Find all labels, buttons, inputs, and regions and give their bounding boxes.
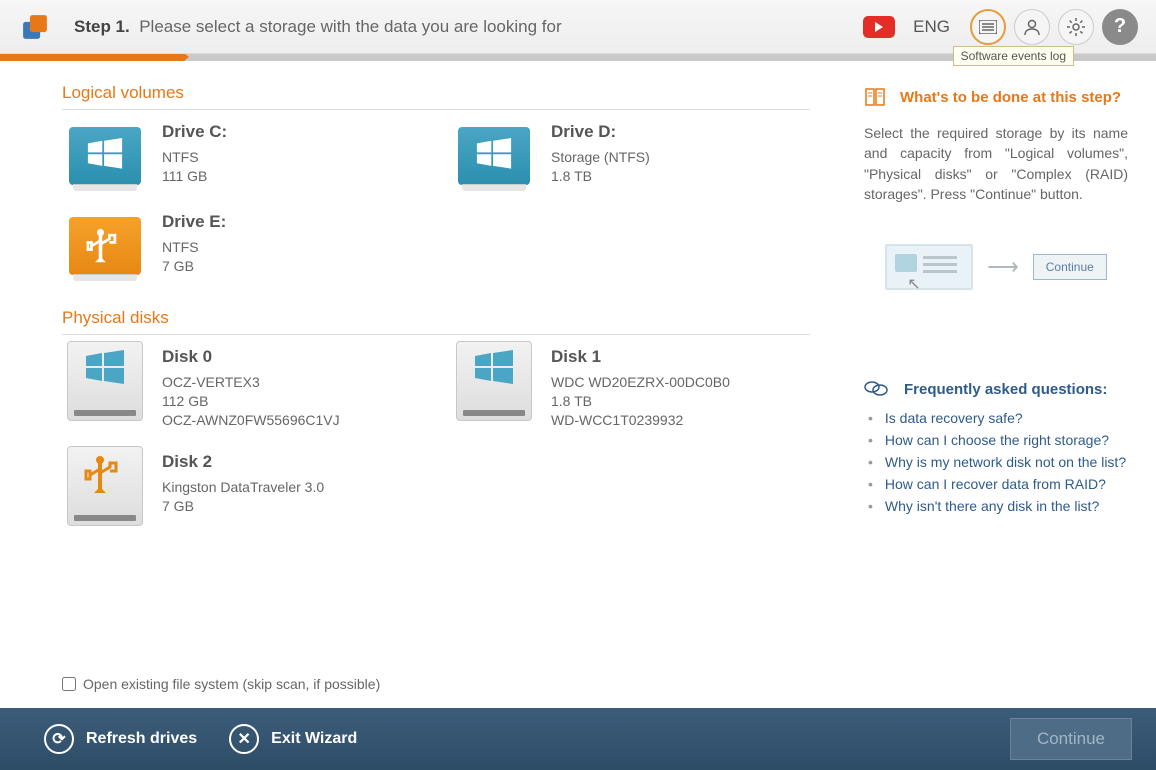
open-existing-fs-checkbox[interactable]: Open existing file system (skip scan, if… bbox=[62, 676, 380, 692]
faq-item[interactable]: Why is my network disk not on the list? bbox=[864, 454, 1128, 470]
logical-volumes-title: Logical volumes bbox=[62, 83, 810, 110]
volume-fs: Storage (NTFS) bbox=[551, 148, 650, 167]
volume-item[interactable]: Drive E: NTFS 7 GB bbox=[62, 206, 441, 286]
disk-name: Disk 1 bbox=[551, 347, 730, 367]
disk-name: Disk 2 bbox=[162, 452, 324, 472]
step-title: Step 1. Please select a storage with the… bbox=[74, 17, 562, 37]
physical-disks-title: Physical disks bbox=[62, 308, 810, 335]
exit-wizard-button[interactable]: ✕Exit Wizard bbox=[229, 724, 357, 754]
faq-item[interactable]: Is data recovery safe? bbox=[864, 410, 1128, 426]
faq-item[interactable]: How can I recover data from RAID? bbox=[864, 476, 1128, 492]
disk-item[interactable]: Disk 2 Kingston DataTraveler 3.0 7 GB bbox=[62, 446, 441, 526]
footer: ⟳Refresh drives ✕Exit Wizard Continue bbox=[0, 708, 1156, 770]
faq-item[interactable]: Why isn't there any disk in the list? bbox=[864, 498, 1128, 514]
continue-button[interactable]: Continue bbox=[1010, 718, 1132, 760]
tooltip: Software events log bbox=[953, 46, 1074, 66]
disk-model: WDC WD20EZRX-00DC0B0 bbox=[551, 373, 730, 392]
disk-size: 7 GB bbox=[162, 497, 324, 516]
usb-volume-icon bbox=[66, 212, 144, 280]
disk-size: 1.8 TB bbox=[551, 392, 730, 411]
volume-fs: NTFS bbox=[162, 238, 226, 257]
refresh-drives-button[interactable]: ⟳Refresh drives bbox=[44, 724, 197, 754]
volume-name: Drive E: bbox=[162, 212, 226, 232]
volume-size: 111 GB bbox=[162, 167, 227, 186]
help-button[interactable]: ? bbox=[1102, 9, 1138, 45]
help-heading: What's to be done at this step? bbox=[864, 87, 1128, 107]
disk-item[interactable]: Disk 0 OCZ-VERTEX3 112 GB OCZ-AWNZ0FW556… bbox=[62, 341, 441, 436]
hard-disk-icon bbox=[66, 347, 144, 415]
faq-item[interactable]: How can I choose the right storage? bbox=[864, 432, 1128, 448]
usb-disk-icon bbox=[66, 452, 144, 520]
windows-volume-icon bbox=[66, 122, 144, 190]
disk-serial: OCZ-AWNZ0FW55696C1VJ bbox=[162, 411, 340, 430]
volume-name: Drive D: bbox=[551, 122, 650, 142]
disk-size: 112 GB bbox=[162, 392, 340, 411]
volume-item[interactable]: Drive C: NTFS 111 GB bbox=[62, 116, 441, 196]
disk-name: Disk 0 bbox=[162, 347, 340, 367]
settings-button[interactable] bbox=[1058, 9, 1094, 45]
youtube-button[interactable] bbox=[863, 16, 895, 38]
disk-serial: WD-WCC1T0239932 bbox=[551, 411, 730, 430]
volume-name: Drive C: bbox=[162, 122, 227, 142]
language-selector[interactable]: ENG bbox=[913, 17, 950, 37]
account-button[interactable] bbox=[1014, 9, 1050, 45]
volume-fs: NTFS bbox=[162, 148, 227, 167]
app-logo-icon bbox=[18, 10, 52, 44]
disk-model: Kingston DataTraveler 3.0 bbox=[162, 478, 324, 497]
windows-volume-icon bbox=[455, 122, 533, 190]
help-illustration: ↖ ⟶ Continue bbox=[864, 244, 1128, 290]
volume-size: 1.8 TB bbox=[551, 167, 650, 186]
faq-heading: Frequently asked questions: bbox=[864, 380, 1128, 398]
volume-item[interactable]: Drive D: Storage (NTFS) 1.8 TB bbox=[451, 116, 830, 196]
volume-size: 7 GB bbox=[162, 257, 226, 276]
disk-model: OCZ-VERTEX3 bbox=[162, 373, 340, 392]
events-log-button[interactable] bbox=[970, 9, 1006, 45]
help-text: Select the required storage by its name … bbox=[864, 123, 1128, 204]
hard-disk-icon bbox=[455, 347, 533, 415]
disk-item[interactable]: Disk 1 WDC WD20EZRX-00DC0B0 1.8 TB WD-WC… bbox=[451, 341, 830, 436]
